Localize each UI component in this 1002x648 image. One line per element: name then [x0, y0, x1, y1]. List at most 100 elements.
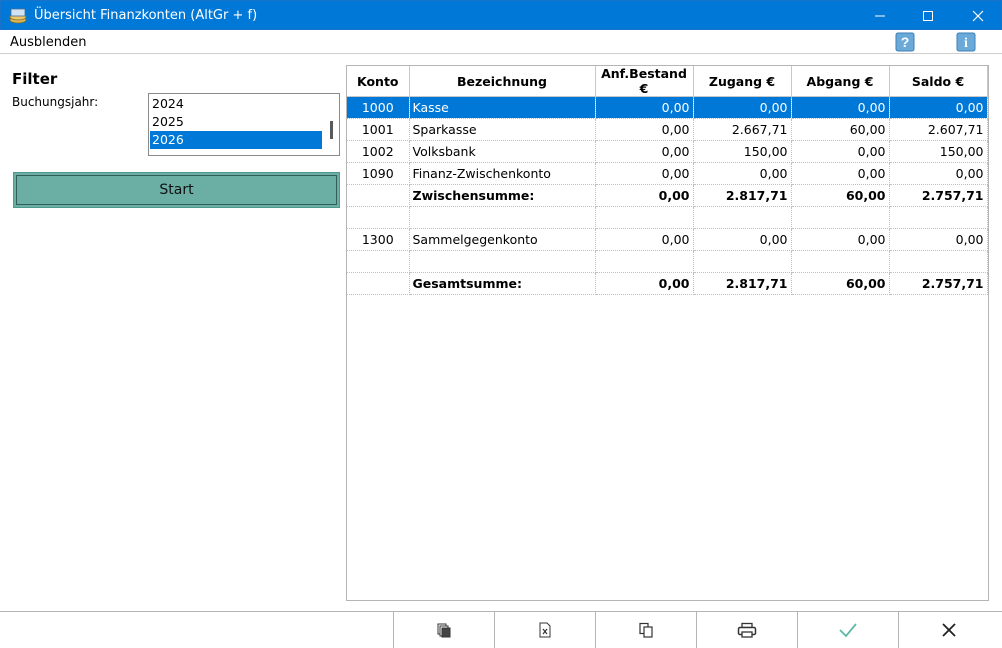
cell-saldo: 0,00 [889, 162, 988, 185]
cell-bezeichnung: Kasse [409, 96, 596, 119]
column-header-saldo[interactable]: Saldo € [889, 66, 988, 97]
cell-saldo [889, 250, 988, 273]
cell-abgang: 60,00 [791, 118, 890, 141]
cell-konto: 1300 [347, 228, 410, 251]
cell-zugang: 2.817,71 [693, 184, 792, 207]
copy-button[interactable] [595, 612, 696, 648]
checkmark-icon [839, 623, 857, 638]
cell-zugang: 0,00 [693, 162, 792, 185]
column-header-bezeichnung[interactable]: Bezeichnung [409, 66, 596, 97]
cell-konto: 1001 [347, 118, 410, 141]
window-title: Übersicht Finanzkonten (AltGr + f) [34, 8, 258, 23]
menu-hide[interactable]: Ausblenden [10, 35, 87, 50]
cell-bezeichnung [409, 206, 596, 229]
menu-bar: Ausblenden ? i [0, 30, 1002, 54]
app-icon [9, 8, 27, 24]
cell-zugang: 2.667,71 [693, 118, 792, 141]
svg-text:?: ? [901, 34, 910, 50]
table-row[interactable]: 1000 Kasse 0,00 0,00 0,00 0,00 [347, 96, 988, 119]
cell-zugang: 2.817,71 [693, 272, 792, 295]
cell-bezeichnung: Gesamtsumme: [409, 272, 596, 295]
column-header-zugang[interactable]: Zugang € [693, 66, 792, 97]
print-icon [737, 622, 757, 638]
cell-anf-bestand: 0,00 [595, 184, 694, 207]
year-list-scrollbar[interactable] [330, 121, 333, 139]
cell-saldo: 2.757,71 [889, 272, 988, 295]
year-option-2025[interactable]: 2025 [150, 113, 322, 131]
cell-anf-bestand: 0,00 [595, 140, 694, 163]
cell-bezeichnung: Volksbank [409, 140, 596, 163]
cell-konto [347, 184, 410, 207]
cell-saldo [889, 206, 988, 229]
cancel-button[interactable] [898, 612, 999, 648]
close-icon [942, 623, 956, 637]
cell-bezeichnung: Zwischensumme: [409, 184, 596, 207]
confirm-button[interactable] [797, 612, 898, 648]
bottom-toolbar [0, 611, 1002, 648]
table-row[interactable]: 1300 Sammelgegenkonto 0,00 0,00 0,00 0,0… [347, 228, 988, 251]
title-bar: Übersicht Finanzkonten (AltGr + f) [0, 0, 1002, 30]
start-button[interactable]: Start [13, 172, 340, 208]
cell-abgang: 60,00 [791, 184, 890, 207]
cell-anf-bestand: 0,00 [595, 162, 694, 185]
table-row[interactable]: 1002 Volksbank 0,00 150,00 0,00 150,00 [347, 140, 988, 163]
year-option-2024[interactable]: 2024 [150, 95, 322, 113]
cell-zugang: 150,00 [693, 140, 792, 163]
cell-saldo: 2.757,71 [889, 184, 988, 207]
print-button[interactable] [696, 612, 797, 648]
table-header-row: Konto Bezeichnung Anf.Bestand € Zugang €… [347, 66, 988, 97]
cell-abgang: 0,00 [791, 228, 890, 251]
cell-konto: 1002 [347, 140, 410, 163]
column-header-abgang[interactable]: Abgang € [791, 66, 890, 97]
accounts-grid[interactable]: Konto Bezeichnung Anf.Bestand € Zugang €… [346, 65, 989, 601]
cell-anf-bestand: 0,00 [595, 272, 694, 295]
empty-row[interactable] [347, 250, 988, 273]
cell-zugang: 0,00 [693, 96, 792, 119]
minimize-icon [875, 15, 885, 17]
close-window-button[interactable] [955, 1, 1001, 31]
cell-zugang [693, 206, 792, 229]
subtotal-row[interactable]: Zwischensumme: 0,00 2.817,71 60,00 2.757… [347, 184, 988, 207]
documents-icon [437, 623, 451, 638]
question-icon[interactable]: ? [895, 32, 915, 52]
copy-icon [639, 622, 653, 638]
cell-zugang [693, 250, 792, 273]
total-row[interactable]: Gesamtsumme: 0,00 2.817,71 60,00 2.757,7… [347, 272, 988, 295]
year-option-2026[interactable]: 2026 [150, 131, 322, 149]
cell-anf-bestand: 0,00 [595, 118, 694, 141]
cell-konto [347, 206, 410, 229]
excel-export-icon [539, 622, 551, 638]
column-header-anf-bestand[interactable]: Anf.Bestand € [595, 66, 694, 97]
cell-saldo: 150,00 [889, 140, 988, 163]
column-header-konto[interactable]: Konto [347, 66, 410, 97]
filter-heading: Filter [12, 70, 58, 88]
cell-anf-bestand [595, 206, 694, 229]
cell-bezeichnung: Sammelgegenkonto [409, 228, 596, 251]
cell-anf-bestand [595, 250, 694, 273]
svg-text:i: i [964, 36, 968, 51]
cell-konto [347, 250, 410, 273]
cell-bezeichnung: Sparkasse [409, 118, 596, 141]
info-icon[interactable]: i [956, 32, 976, 52]
maximize-button[interactable] [905, 1, 951, 31]
documents-button[interactable] [393, 612, 494, 648]
empty-row[interactable] [347, 206, 988, 229]
cell-abgang [791, 250, 890, 273]
booking-year-list[interactable]: 2024 2025 2026 [148, 93, 340, 156]
cell-konto: 1090 [347, 162, 410, 185]
cell-abgang [791, 206, 890, 229]
cell-abgang: 0,00 [791, 162, 890, 185]
cell-saldo: 0,00 [889, 96, 988, 119]
minimize-button[interactable] [857, 1, 903, 31]
excel-export-button[interactable] [494, 612, 595, 648]
table-row[interactable]: 1001 Sparkasse 0,00 2.667,71 60,00 2.607… [347, 118, 988, 141]
cell-abgang: 60,00 [791, 272, 890, 295]
cell-konto [347, 272, 410, 295]
cell-abgang: 0,00 [791, 96, 890, 119]
cell-saldo: 2.607,71 [889, 118, 988, 141]
accounts-table: Konto Bezeichnung Anf.Bestand € Zugang €… [347, 66, 988, 295]
cell-anf-bestand: 0,00 [595, 96, 694, 119]
cell-bezeichnung [409, 250, 596, 273]
table-row[interactable]: 1090 Finanz-Zwischenkonto 0,00 0,00 0,00… [347, 162, 988, 185]
cell-konto: 1000 [347, 96, 410, 119]
